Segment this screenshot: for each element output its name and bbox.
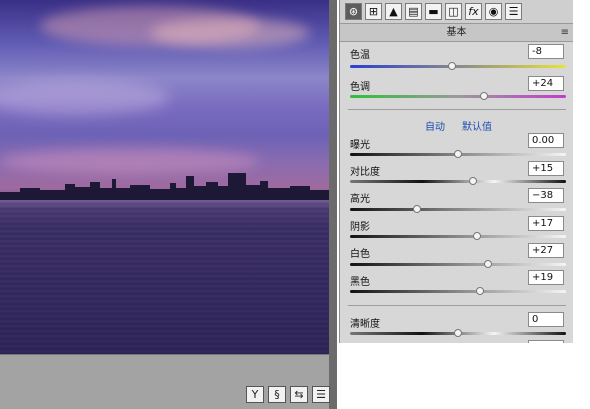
whites-slider-track[interactable] — [350, 263, 566, 266]
presets-tab-icon: ☰ — [508, 5, 519, 18]
section-header: 基本 ≡ — [340, 24, 573, 42]
highlights-value-field[interactable]: −38 — [528, 188, 564, 203]
basic-tab-icon: ⊛ — [348, 5, 359, 18]
split-toning-tab-icon: ▬ — [428, 5, 439, 18]
preview-settings-button[interactable]: ☰ — [312, 386, 330, 403]
clarity-slider-thumb[interactable] — [454, 329, 462, 337]
detail-tab-icon: ▲ — [389, 5, 398, 18]
tab-tone-curve[interactable]: ⊞ — [365, 3, 382, 20]
cycle-views-icon: § — [274, 388, 280, 401]
temp-slider-track[interactable] — [350, 65, 566, 68]
effects-tab-icon: fx — [468, 5, 479, 18]
tab-camera-calibration[interactable]: ◉ — [485, 3, 502, 20]
photo-preview — [0, 0, 329, 354]
tint-label: 色调 — [350, 82, 370, 93]
clarity-value-field[interactable]: 0 — [528, 312, 564, 327]
y-toggle-button[interactable]: Y — [246, 386, 264, 403]
clarity-label: 清晰度 — [350, 319, 380, 330]
settings-sliders-icon: ☰ — [316, 388, 326, 401]
highlights-label: 高光 — [350, 194, 370, 205]
contrast-slider-thumb[interactable] — [469, 177, 478, 185]
highlights-slider-thumb[interactable] — [412, 205, 421, 213]
shadows-value-field[interactable]: +17 — [528, 216, 564, 231]
y-toggle-icon: Y — [251, 388, 259, 401]
water-surface — [0, 200, 329, 354]
whites-label: 白色 — [350, 249, 370, 260]
hsl-tab-icon: ▤ — [408, 5, 419, 18]
tab-detail[interactable]: ▲ — [385, 3, 402, 20]
lens-tab-icon: ◫ — [448, 5, 459, 18]
shadows-label: 阴影 — [350, 222, 370, 233]
temp-label: 色温 — [350, 50, 370, 61]
exposure-label: 曝光 — [350, 140, 370, 151]
cloud — [150, 18, 310, 48]
tint-value-field[interactable]: +24 — [528, 76, 564, 91]
contrast-value-field[interactable]: +15 — [528, 161, 564, 176]
tone-curve-tab-icon: ⊞ — [368, 5, 379, 18]
tab-presets[interactable]: ☰ — [505, 3, 522, 20]
tint-slider-track[interactable] — [350, 95, 566, 98]
swap-settings-icon: ⇆ — [294, 388, 304, 401]
adjustment-panel: ⊛ ⊞ ▲ ▤ ▬ ◫ fx ◉ ☰ 基本 ≡ 色温 -8 色调 +24 自动 … — [339, 0, 573, 343]
temp-value-field[interactable]: -8 — [528, 44, 564, 59]
auto-link[interactable]: 自动 — [425, 118, 445, 133]
blacks-label: 黑色 — [350, 277, 370, 288]
panel-menu-icon[interactable]: ≡ — [561, 24, 569, 41]
shadows-slider-thumb[interactable] — [473, 232, 482, 240]
shadows-slider-track[interactable] — [350, 235, 566, 238]
temp-slider-thumb[interactable] — [447, 62, 456, 70]
panel-tab-bar: ⊛ ⊞ ▲ ▤ ▬ ◫ fx ◉ ☰ — [340, 0, 573, 24]
tab-hsl[interactable]: ▤ — [405, 3, 422, 20]
image-preview-area — [0, 0, 337, 409]
blacks-slider-thumb[interactable] — [475, 287, 484, 295]
section-title: 基本 — [446, 27, 467, 38]
highlights-slider-track[interactable] — [350, 208, 566, 211]
tint-slider-thumb[interactable] — [479, 92, 488, 100]
swap-settings-button[interactable]: ⇆ — [290, 386, 308, 403]
whites-value-field[interactable]: +27 — [528, 243, 564, 258]
next-value-field[interactable] — [528, 340, 564, 343]
tab-effects[interactable]: fx — [465, 3, 482, 20]
blacks-value-field[interactable]: +19 — [528, 270, 564, 285]
whites-slider-thumb[interactable] — [484, 260, 493, 268]
exposure-slider-thumb[interactable] — [454, 150, 462, 158]
tab-split-toning[interactable]: ▬ — [425, 3, 442, 20]
cloud — [0, 80, 170, 115]
divider — [348, 109, 566, 110]
tab-lens[interactable]: ◫ — [445, 3, 462, 20]
default-link[interactable]: 默认值 — [462, 118, 492, 133]
preview-bottom-bar — [0, 354, 337, 409]
blacks-slider-track[interactable] — [350, 290, 566, 293]
city-skyline — [0, 173, 329, 200]
panel-divider — [329, 0, 337, 409]
contrast-slider-track[interactable] — [350, 180, 566, 183]
cycle-views-button[interactable]: § — [268, 386, 286, 403]
tab-basic[interactable]: ⊛ — [345, 3, 362, 20]
camera-calibration-tab-icon: ◉ — [488, 5, 499, 18]
divider — [348, 305, 566, 306]
exposure-value-field[interactable]: 0.00 — [528, 133, 564, 148]
contrast-label: 对比度 — [350, 167, 380, 178]
